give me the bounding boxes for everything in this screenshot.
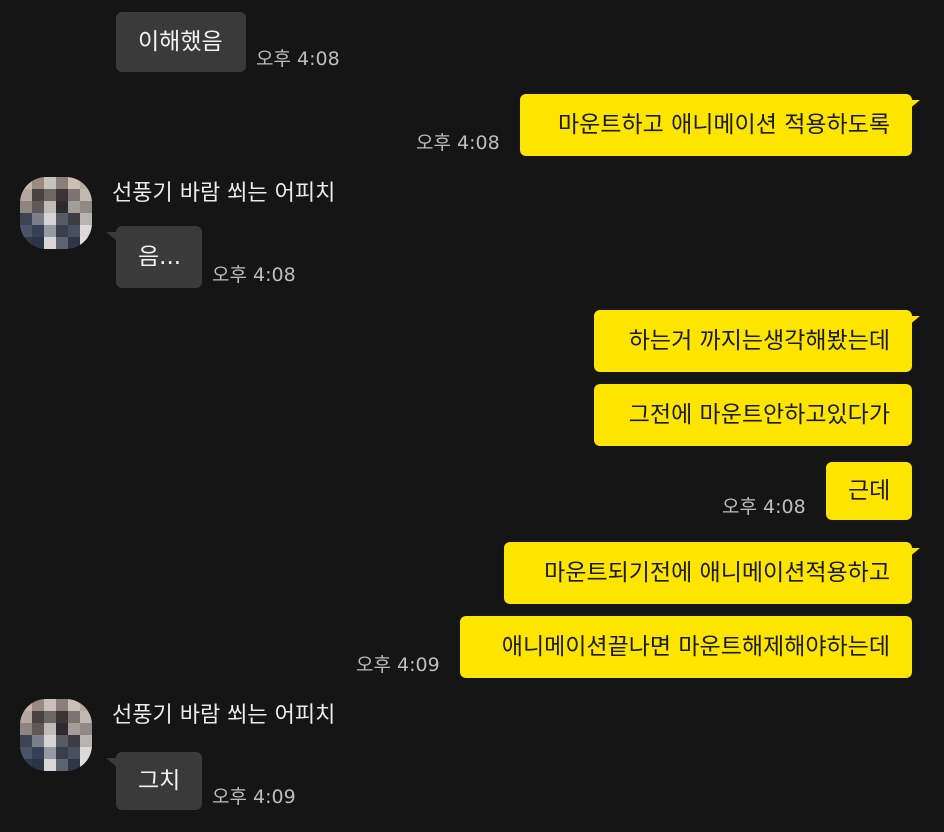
outgoing-message-bubble[interactable]: 마운트되기전에 애니메이션적용하고 (504, 542, 912, 604)
message-timestamp: 오후 4:08 (416, 132, 500, 154)
sender-name: 선풍기 바람 쐬는 어피치 (112, 181, 336, 206)
avatar[interactable] (20, 177, 92, 249)
message-text: 마운트하고 애니메이션 적용하도록 (557, 112, 890, 138)
message-timestamp: 오후 4:08 (722, 496, 806, 518)
outgoing-message-bubble[interactable]: 근데 (826, 462, 912, 520)
message-text: 이해했음 (138, 29, 223, 55)
outgoing-message-bubble[interactable]: 마운트하고 애니메이션 적용하도록 (520, 94, 912, 156)
message-text: 그치 (138, 768, 181, 794)
message-timestamp: 오후 4:09 (212, 786, 296, 808)
incoming-message-bubble[interactable]: 이해했음 (116, 12, 246, 72)
message-timestamp: 오후 4:08 (212, 264, 296, 286)
message-text: 애니메이션끝나면 마운트해제해야하는데 (501, 634, 890, 660)
message-timestamp: 오후 4:08 (256, 48, 340, 70)
incoming-message-bubble[interactable]: 그치 (116, 752, 202, 810)
outgoing-bubble-tail (908, 100, 920, 110)
sender-name: 선풍기 바람 쐬는 어피치 (112, 703, 336, 728)
outgoing-bubble-tail (908, 316, 920, 326)
chat-thread: 이해했음 오후 4:08 마운트하고 애니메이션 적용하도록 오후 4:08 선… (0, 0, 944, 832)
message-text: 마운트되기전에 애니메이션적용하고 (544, 560, 890, 586)
incoming-message-bubble[interactable]: 음... (116, 226, 202, 288)
message-text: 하는거 까지는생각해봤는데 (628, 328, 890, 354)
message-text: 그전에 마운트안하고있다가 (628, 402, 890, 428)
message-text: 음... (138, 244, 182, 270)
outgoing-bubble-tail (908, 548, 920, 558)
outgoing-message-bubble[interactable]: 그전에 마운트안하고있다가 (594, 384, 912, 446)
avatar[interactable] (20, 699, 92, 771)
outgoing-message-bubble[interactable]: 애니메이션끝나면 마운트해제해야하는데 (460, 616, 912, 678)
message-timestamp: 오후 4:09 (356, 654, 440, 676)
message-text: 근데 (848, 478, 891, 504)
outgoing-message-bubble[interactable]: 하는거 까지는생각해봤는데 (594, 310, 912, 372)
